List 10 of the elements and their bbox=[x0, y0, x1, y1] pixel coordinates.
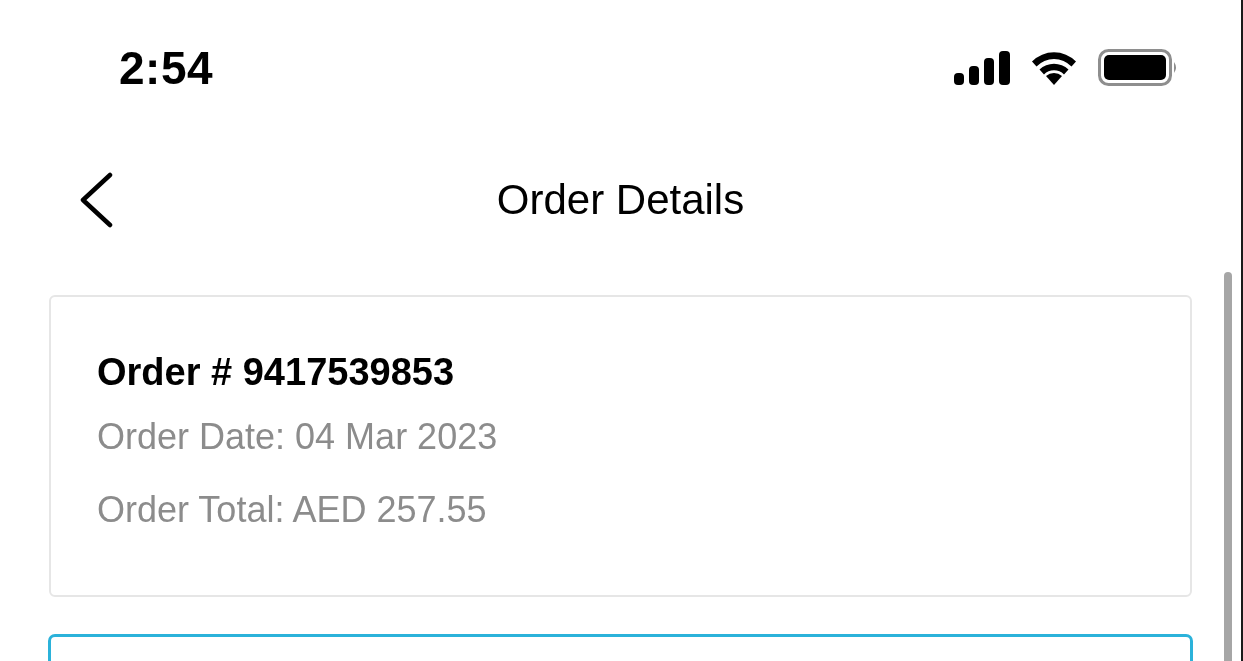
back-button[interactable] bbox=[79, 172, 113, 228]
battery-icon bbox=[1098, 49, 1178, 86]
signal-icon bbox=[954, 50, 1010, 85]
chevron-left-icon bbox=[79, 172, 113, 228]
page-title: Order Details bbox=[496, 175, 745, 225]
order-total: Order Total: AED 257.55 bbox=[97, 488, 487, 532]
wifi-icon bbox=[1030, 50, 1078, 85]
order-date: Order Date: 04 Mar 2023 bbox=[97, 415, 498, 459]
status-time: 2:54 bbox=[119, 41, 214, 94]
order-number: Order # 9417539853 bbox=[97, 350, 455, 395]
